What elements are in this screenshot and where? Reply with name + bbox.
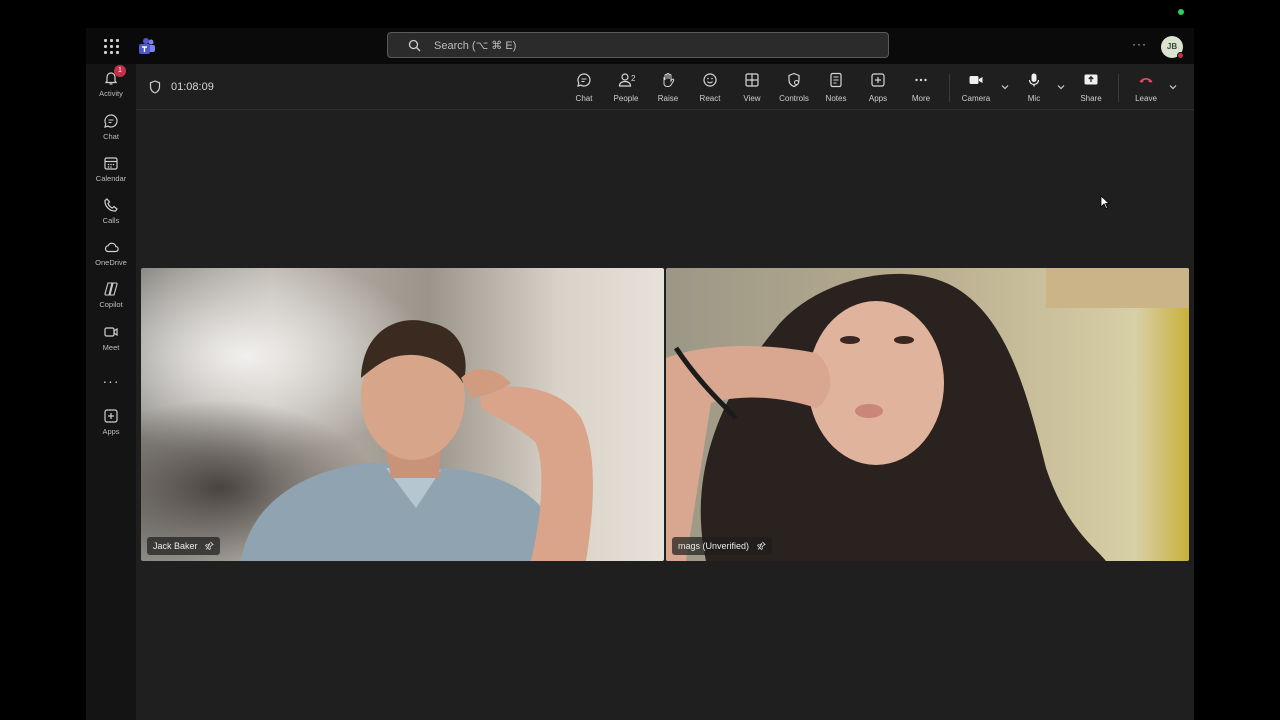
controls-button[interactable]: Controls: [774, 72, 814, 106]
react-button[interactable]: React: [690, 72, 730, 106]
chat-icon: [577, 73, 591, 87]
react-label: React: [699, 94, 721, 103]
shield-icon[interactable]: [149, 80, 161, 94]
rail-label: Chat: [103, 132, 119, 141]
participant-video: [666, 268, 1189, 561]
add-app-icon: [871, 73, 885, 87]
cloud-icon: [104, 242, 119, 253]
grid-view-icon: [745, 73, 759, 87]
view-label: View: [743, 94, 761, 103]
view-button[interactable]: View: [732, 72, 772, 106]
mic-icon: [1028, 73, 1040, 87]
more-apps-icon[interactable]: ···: [86, 373, 136, 389]
copilot-icon: [104, 282, 118, 296]
app-launcher-icon[interactable]: [103, 38, 119, 54]
more-button[interactable]: More: [901, 72, 941, 106]
rail-label: OneDrive: [95, 258, 127, 267]
camera-options-chevron-down-icon[interactable]: [1000, 82, 1010, 92]
share-label: Share: [1080, 94, 1102, 103]
pin-icon[interactable]: [205, 541, 214, 550]
rail-label: Calls: [102, 216, 120, 225]
avatar-initials: JB: [1166, 42, 1178, 51]
notes-button[interactable]: Notes: [816, 72, 856, 106]
chat-icon: [104, 114, 118, 128]
rail-label: Activity: [99, 89, 123, 98]
settings-more-icon[interactable]: ···: [1132, 37, 1147, 51]
rail-item-onedrive[interactable]: OneDrive: [86, 239, 136, 277]
calendar-icon: [104, 157, 118, 170]
meeting-area: 01:08:09 Chat 2 People Raise React View …: [136, 64, 1194, 720]
share-button[interactable]: Share: [1071, 72, 1111, 106]
phone-icon: [104, 198, 118, 212]
rail-item-chat[interactable]: Chat: [86, 113, 136, 151]
more-icon: [915, 78, 927, 82]
more-label: More: [911, 94, 931, 103]
emoji-icon: [703, 73, 717, 87]
mic-button[interactable]: Mic: [1014, 72, 1054, 106]
apps-button[interactable]: Apps: [858, 72, 898, 106]
video-stage: Jack Baker mags (Unverified): [136, 111, 1194, 720]
hand-icon: [663, 73, 675, 88]
rail-item-apps[interactable]: Apps: [86, 408, 136, 446]
camera-button[interactable]: Camera: [956, 72, 996, 106]
share-screen-icon: [1084, 74, 1098, 85]
leave-button[interactable]: Leave: [1126, 72, 1166, 106]
avatar[interactable]: JB: [1161, 36, 1184, 59]
chat-label: Chat: [575, 94, 593, 103]
raise-label: Raise: [657, 94, 679, 103]
raise-button[interactable]: Raise: [648, 72, 688, 106]
rail-item-meet[interactable]: Meet: [86, 324, 136, 362]
rail-label: Apps: [102, 427, 120, 436]
rail-item-activity[interactable]: 1 Activity: [86, 65, 136, 108]
shield-settings-icon: [788, 72, 800, 88]
rail-label: Copilot: [99, 300, 123, 309]
leave-label: Leave: [1135, 94, 1157, 103]
toolbar-divider: [1118, 74, 1119, 102]
chat-button[interactable]: Chat: [564, 72, 604, 106]
hang-up-icon: [1139, 78, 1153, 83]
title-bar: Search (⌥ ⌘ E) ··· JB: [86, 28, 1194, 64]
mic-options-chevron-down-icon[interactable]: [1056, 82, 1066, 92]
search-icon: [408, 39, 421, 52]
teams-window: Search (⌥ ⌘ E) ··· JB 1 Activity Chat Ca…: [86, 28, 1194, 720]
toolbar-divider: [949, 74, 950, 102]
leave-options-chevron-down-icon[interactable]: [1168, 82, 1178, 92]
rail-label: Meet: [102, 343, 120, 352]
pin-icon[interactable]: [756, 541, 766, 550]
participant-name-label: mags (Unverified): [672, 537, 772, 555]
mouse-pointer-icon: [1100, 195, 1110, 209]
mic-label: Mic: [1027, 94, 1041, 103]
participant-tile[interactable]: mags (Unverified): [666, 268, 1189, 561]
teams-logo-icon[interactable]: [138, 37, 156, 55]
status-badge: [1177, 52, 1184, 59]
search-placeholder: Search (⌥ ⌘ E): [434, 40, 517, 52]
camera-label: Camera: [961, 94, 991, 103]
people-count: 2: [631, 74, 636, 83]
activity-badge: 1: [114, 65, 126, 77]
participant-name-label: Jack Baker: [147, 537, 221, 555]
add-app-icon: [104, 409, 118, 423]
video-icon: [104, 327, 118, 337]
participant-name: mags (Unverified): [678, 541, 750, 551]
meeting-timer: 01:08:09: [171, 81, 214, 93]
rail-item-copilot[interactable]: Copilot: [86, 281, 136, 319]
search-input[interactable]: Search (⌥ ⌘ E): [387, 32, 889, 58]
presence-dot: [1178, 9, 1184, 15]
people-button[interactable]: 2 People: [606, 72, 646, 106]
apps-label: Apps: [868, 94, 888, 103]
controls-label: Controls: [779, 94, 809, 103]
rail-item-calls[interactable]: Calls: [86, 197, 136, 235]
rail-label: Calendar: [95, 174, 127, 183]
participant-video: [141, 268, 664, 561]
notes-icon: [830, 72, 842, 88]
app-rail: 1 Activity Chat Calendar Calls OneDrive …: [86, 64, 136, 720]
rail-item-calendar[interactable]: Calendar: [86, 155, 136, 193]
notes-label: Notes: [825, 94, 847, 103]
participant-tile[interactable]: Jack Baker: [141, 268, 664, 561]
people-label: People: [613, 94, 639, 103]
meeting-toolbar: 01:08:09 Chat 2 People Raise React View …: [136, 64, 1194, 110]
participant-name: Jack Baker: [153, 541, 198, 551]
camera-icon: [969, 76, 983, 84]
